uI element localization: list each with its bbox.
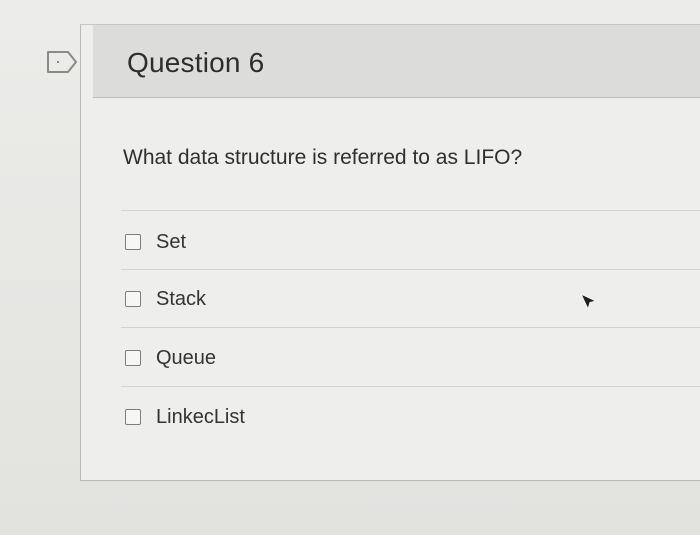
option-label: Set	[156, 230, 187, 253]
option-label: LinkecList	[156, 405, 245, 428]
question-header: Question 6	[93, 25, 700, 98]
question-title: Question 6	[127, 47, 265, 78]
mouse-pointer-icon	[579, 292, 598, 311]
divider	[121, 269, 700, 270]
option-label: Queue	[156, 346, 217, 369]
checkbox[interactable]	[125, 234, 141, 250]
question-card: Question 6 What data structure is referr…	[80, 24, 700, 481]
divider	[121, 210, 700, 211]
quiz-page: Question 6 What data structure is referr…	[0, 0, 700, 535]
checkbox[interactable]	[125, 291, 141, 307]
divider	[121, 386, 700, 387]
answer-option-set[interactable]: Set	[125, 229, 186, 255]
flag-icon[interactable]	[46, 50, 78, 74]
divider	[121, 327, 700, 328]
answer-option-stack[interactable]: Stack	[125, 286, 206, 312]
answer-option-linkedlist[interactable]: LinkecList	[125, 404, 245, 430]
checkbox[interactable]	[125, 409, 141, 425]
question-prompt: What data structure is referred to as LI…	[123, 146, 523, 169]
option-label: Stack	[156, 287, 207, 310]
answer-option-queue[interactable]: Queue	[125, 345, 216, 371]
checkbox[interactable]	[125, 350, 141, 366]
